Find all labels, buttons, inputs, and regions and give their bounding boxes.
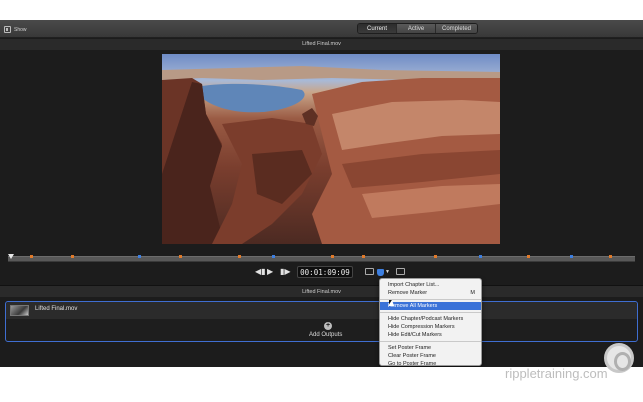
timeline-marker[interactable]	[331, 255, 334, 258]
ripple-logo-icon	[604, 343, 634, 373]
menu-item-remove-marker[interactable]: Remove Marker M	[380, 289, 481, 297]
job-header: Lifted Final.mov	[6, 302, 637, 319]
timeline-marker[interactable]	[71, 255, 74, 258]
marker-icon	[377, 268, 384, 276]
menu-separator	[380, 341, 481, 342]
in-out-icon[interactable]	[365, 268, 374, 275]
menu-item-hide-chapter-podcast-markers[interactable]: Hide Chapter/Podcast Markers	[380, 315, 481, 323]
timeline-marker[interactable]	[30, 255, 33, 258]
mouse-cursor	[388, 300, 394, 306]
menu-item-hide-edit-cut-markers[interactable]: Hide Edit/Cut Markers	[380, 331, 481, 339]
timeline-marker[interactable]	[272, 255, 275, 258]
add-outputs-label[interactable]: Add Outputs	[309, 332, 342, 338]
timeline-marker[interactable]	[570, 255, 573, 258]
canyon-frame-image	[162, 66, 500, 244]
menu-item-remove-all-markers[interactable]: Remove All Markers	[380, 302, 481, 310]
playhead[interactable]	[8, 254, 14, 259]
toolbar: Show Current Active Completed	[0, 20, 643, 38]
menu-item-go-to-poster-frame[interactable]: Go to Poster Frame	[380, 360, 481, 367]
previous-icon[interactable]: ◀▮	[255, 267, 266, 277]
show-label: Show	[14, 26, 27, 33]
timeline-marker[interactable]	[609, 255, 612, 258]
compressor-window: Show Current Active Completed Lifted Fin…	[0, 20, 643, 367]
menu-separator	[380, 299, 481, 300]
tab-current[interactable]: Current	[358, 24, 397, 33]
timecode-display: 00:01:09:09	[297, 266, 353, 278]
sidebar-icon	[4, 26, 11, 33]
menu-item-import-chapter-list[interactable]: Import Chapter List...	[380, 281, 481, 289]
transport-controls: ◀▮ ▶ ▮▶ 00:01:09:09 ▼	[0, 264, 643, 280]
job-thumbnail	[10, 305, 29, 316]
view-segmented-control: Current Active Completed	[357, 23, 478, 34]
menu-item-clear-poster-frame[interactable]: Clear Poster Frame	[380, 352, 481, 360]
next-icon[interactable]: ▮▶	[280, 267, 291, 277]
filmstrip-icon[interactable]	[396, 268, 405, 275]
timeline-marker[interactable]	[238, 255, 241, 258]
timeline-marker[interactable]	[362, 255, 365, 258]
shortcut-label: M	[470, 290, 475, 296]
batch-title: Lifted Final.mov	[0, 285, 643, 297]
video-preview	[162, 54, 500, 244]
menu-separator	[380, 312, 481, 313]
timeline-marker[interactable]	[479, 255, 482, 258]
timeline-marker[interactable]	[527, 255, 530, 258]
timeline-marker[interactable]	[434, 255, 437, 258]
tab-completed[interactable]: Completed	[436, 24, 477, 33]
timeline-marker[interactable]	[138, 255, 141, 258]
timeline-scrubber[interactable]	[8, 254, 635, 262]
marker-menu-button[interactable]: ▼	[377, 267, 391, 277]
menu-item-set-poster-frame[interactable]: Set Poster Frame	[380, 344, 481, 352]
marker-dropdown-menu: Import Chapter List... Remove Marker M Re…	[379, 278, 482, 367]
job-file-name: Lifted Final.mov	[35, 306, 78, 312]
tab-active[interactable]: Active	[397, 24, 436, 33]
show-button[interactable]: Show	[4, 25, 27, 34]
play-icon[interactable]: ▶	[267, 267, 273, 277]
viewer-title: Lifted Final.mov	[0, 39, 643, 50]
job-panel[interactable]: Lifted Final.mov + Add Outputs	[5, 301, 638, 342]
timeline-marker[interactable]	[179, 255, 182, 258]
chevron-down-icon: ▼	[385, 269, 390, 275]
watermark-text: rippletraining.com	[505, 366, 608, 381]
menu-item-hide-compression-markers[interactable]: Hide Compression Markers	[380, 323, 481, 331]
add-outputs-icon[interactable]: +	[324, 322, 332, 330]
